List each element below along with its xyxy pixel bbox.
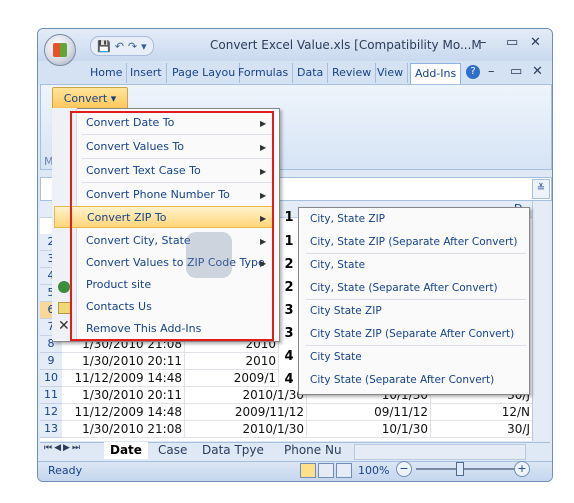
workbook-restore-button[interactable]: ▭ (510, 64, 522, 79)
annotation-number: 2 (284, 257, 294, 272)
tab-home[interactable]: Home (86, 63, 128, 83)
row-header[interactable]: 11 (40, 387, 62, 404)
status-ready: Ready (48, 464, 83, 477)
tab-formulas[interactable]: Formulas (234, 63, 294, 83)
submenu-item[interactable]: City State ZIP (310, 305, 382, 317)
table-cell[interactable]: 11/12/2009 14:48 (62, 370, 185, 387)
table-cell[interactable]: 30/J (430, 421, 533, 438)
status-bar (38, 461, 552, 481)
row-header[interactable]: 10 (40, 370, 62, 387)
office-button[interactable] (44, 34, 76, 66)
submenu-item[interactable]: City, State ZIP (Separate After Convert) (310, 236, 518, 248)
workbook-close-button[interactable]: ✕ (532, 64, 543, 79)
zoom-slider-track[interactable] (416, 468, 514, 470)
horizontal-scrollbar[interactable] (354, 444, 526, 460)
globe-icon (58, 281, 70, 293)
table-cell[interactable]: 2009/1 (184, 370, 279, 387)
annotation-number: 1 (284, 210, 294, 225)
undo-icon[interactable]: ↶ (115, 40, 124, 53)
page-layout-view-icon[interactable] (318, 463, 334, 478)
table-cell[interactable]: 09/11/12 (306, 404, 431, 421)
tab-add-ins[interactable]: Add-Ins (410, 63, 462, 84)
submenu-item[interactable]: City State ZIP (Separate After Convert) (310, 328, 514, 340)
table-cell[interactable]: 11/12/2009 14:48 (62, 404, 185, 421)
zoom-in-button[interactable]: + (514, 461, 530, 477)
convert-button-label: Convert (63, 92, 108, 105)
table-cell[interactable]: 1/30/2010 20:11 (62, 387, 185, 404)
remove-x-icon: ✕ (58, 318, 70, 334)
help-icon[interactable]: ? (466, 65, 480, 79)
table-cell[interactable]: 2010/1/30 (184, 387, 307, 404)
zoom-out-button[interactable]: − (396, 461, 412, 477)
submenu-item[interactable]: City, State (Separate After Convert) (310, 282, 498, 294)
expand-formula-bar-icon[interactable]: ≚ (532, 179, 550, 199)
tab-insert[interactable]: Insert (126, 63, 167, 83)
row-header[interactable]: 12 (40, 404, 62, 421)
submenu-item[interactable]: City State (310, 351, 362, 363)
qat-dropdown-icon[interactable]: ▾ (141, 40, 147, 53)
annotation-number: 3 (284, 326, 294, 341)
highlight-red-box (70, 111, 274, 341)
page-break-view-icon[interactable] (336, 463, 352, 478)
tab-page-layout[interactable]: Page Layou (168, 63, 241, 83)
annotation-number: 2 (284, 280, 294, 295)
sheet-tab-phone-nu[interactable]: Phone Nu (278, 442, 348, 459)
redo-icon[interactable]: ↷ (128, 40, 137, 53)
annotation-number: 3 (284, 303, 294, 318)
quick-access-toolbar: 💾 ↶ ↷ ▾ (90, 36, 154, 56)
chevron-down-icon: ▾ (110, 92, 117, 105)
sheet-tab-case[interactable]: Case (152, 442, 193, 459)
submenu-item[interactable]: City, State (310, 259, 365, 271)
table-cell[interactable]: 1/30/2010 20:11 (62, 353, 185, 370)
vertical-scrollbar[interactable] (532, 201, 549, 441)
annotation-number: 1 (284, 234, 294, 249)
tab-review[interactable]: Review (328, 63, 377, 83)
zoom-level[interactable]: 100% (358, 464, 389, 477)
zoom-slider-thumb[interactable] (456, 462, 464, 476)
close-button[interactable]: ✕ (530, 35, 541, 50)
sheet-tab-date[interactable]: Date (104, 442, 148, 459)
table-cell[interactable]: 12/N (430, 404, 533, 421)
window-title: Convert Excel Value.xls [Compatibility M… (210, 38, 482, 52)
submenu-item[interactable]: City, State ZIP (310, 213, 385, 225)
row-header[interactable]: 13 (40, 421, 62, 438)
submenu-separator (306, 299, 526, 300)
sheet-tab-data-tpye[interactable]: Data Tpye (196, 442, 270, 459)
submenu-separator (306, 253, 526, 254)
table-cell[interactable]: 2010/1/30 (184, 421, 307, 438)
submenu-separator (306, 345, 526, 346)
table-cell[interactable]: 2010 (184, 353, 279, 370)
workbook-minimize-button[interactable]: – (488, 64, 495, 79)
table-cell[interactable]: 10/1/30 (306, 421, 431, 438)
save-icon[interactable]: 💾 (97, 40, 111, 53)
annotation-number: 4 (284, 349, 294, 364)
annotation-number: 4 (284, 372, 294, 387)
normal-view-icon[interactable] (300, 463, 316, 478)
minimize-button[interactable]: – (480, 35, 487, 50)
tab-data[interactable]: Data (293, 63, 329, 83)
table-cell[interactable]: 2009/11/12 (184, 404, 307, 421)
maximize-button[interactable]: ▭ (506, 35, 518, 50)
submenu-item[interactable]: City State (Separate After Convert) (310, 374, 494, 386)
row-header[interactable]: 9 (40, 353, 62, 370)
tab-view[interactable]: View (373, 63, 409, 83)
table-cell[interactable]: 1/30/2010 21:08 (62, 421, 185, 438)
office-logo-icon (53, 43, 67, 57)
sheet-nav-arrows-icon[interactable]: ⏮◀▶⏭ (44, 443, 82, 453)
